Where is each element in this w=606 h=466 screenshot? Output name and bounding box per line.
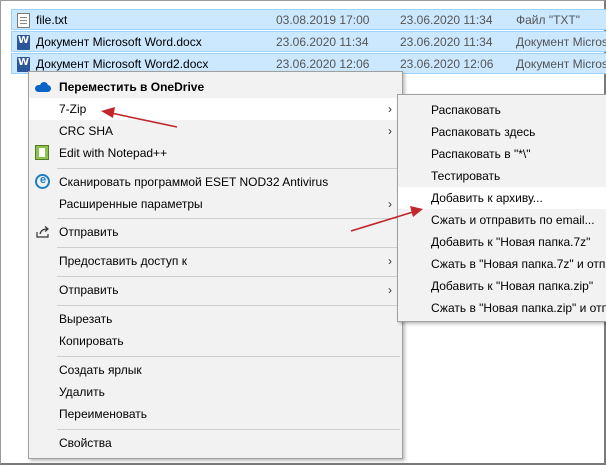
explorer-window: file.txt 03.08.2019 17:00 23.06.2020 11:… bbox=[0, 0, 606, 465]
red-arrow-icon bbox=[101, 107, 178, 128]
red-arrow-icon bbox=[350, 206, 423, 232]
annotation-arrows bbox=[101, 107, 423, 232]
